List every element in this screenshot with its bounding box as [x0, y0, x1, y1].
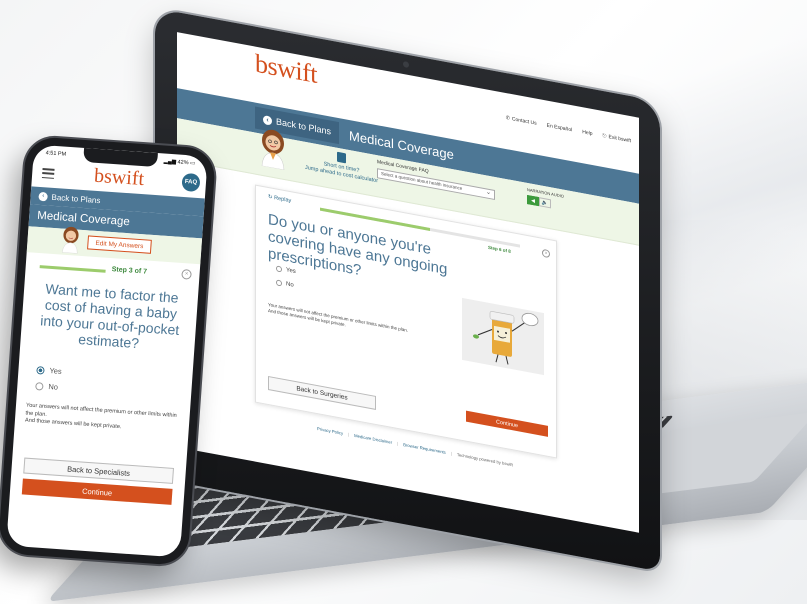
- privacy-note: Your answers will not affect the premium…: [268, 301, 409, 333]
- replay-button[interactable]: ↻ Replay: [268, 194, 291, 204]
- battery-indicator: ▂▄▆ 42% ▭: [163, 158, 196, 167]
- close-icon[interactable]: ×: [181, 269, 192, 280]
- top-link-spanish[interactable]: En Español: [547, 123, 573, 134]
- bswift-logo[interactable]: bswift: [255, 49, 317, 90]
- option-yes[interactable]: Yes: [36, 365, 62, 376]
- continue-button[interactable]: Continue: [466, 410, 548, 437]
- powered-by: Technology powered by bswift: [456, 451, 513, 468]
- phone-screen: 4:51 PM ▂▄▆ 42% ▭ bswift FAQ ‹ Back to P…: [6, 144, 208, 558]
- battery-icon: ▭: [189, 160, 196, 167]
- signal-icon: ▂▄▆: [163, 158, 178, 166]
- question-text: Want me to factor the cost of having a b…: [39, 280, 180, 352]
- close-icon[interactable]: ×: [542, 248, 550, 259]
- back-button[interactable]: Back to Surgeries: [268, 375, 376, 410]
- privacy-note: Your answers will not affect the premium…: [24, 402, 177, 431]
- footer-link-browser[interactable]: Browser Requirements: [403, 442, 446, 455]
- step-indicator: Step 6 of 8: [488, 244, 511, 254]
- footer-separator: |: [450, 450, 452, 457]
- laptop-screen: bswift ✆ Contact Us En Español Help ⎋ Exit…: [177, 32, 639, 533]
- radio-button[interactable]: [35, 381, 44, 391]
- bswift-logo[interactable]: bswift: [93, 165, 144, 191]
- audio-on-icon[interactable]: ◀: [527, 194, 539, 207]
- footer-separator: |: [348, 431, 350, 437]
- footer-link-medicare[interactable]: Medicare Disclaimer: [354, 433, 392, 445]
- chevron-left-icon: ‹: [263, 114, 272, 126]
- edit-my-answers-button[interactable]: Edit My Answers: [87, 235, 152, 254]
- footer-link-privacy[interactable]: Privacy Policy: [317, 426, 343, 436]
- phone-icon: ✆: [505, 114, 510, 122]
- hamburger-menu-icon[interactable]: [41, 168, 55, 179]
- speaker-icon[interactable]: 🔈: [539, 197, 551, 209]
- top-link-contact[interactable]: ✆ Contact Us: [506, 115, 537, 127]
- radio-button[interactable]: [276, 265, 282, 273]
- continue-button[interactable]: Continue: [21, 478, 173, 505]
- avatar: [261, 129, 285, 171]
- phone-device: 4:51 PM ▂▄▆ 42% ▭ bswift FAQ ‹ Back to P…: [0, 135, 217, 567]
- step-indicator: Step 3 of 7: [111, 266, 148, 276]
- exit-icon: ⎋: [602, 132, 607, 140]
- question-text: Do you or anyone you're covering have an…: [268, 210, 448, 279]
- camera-icon: [403, 60, 409, 69]
- chevron-left-icon: ‹: [38, 191, 48, 201]
- option-no[interactable]: No: [35, 381, 58, 392]
- top-link-exit[interactable]: ⎋ Exit bswift: [603, 133, 631, 144]
- radio-button[interactable]: [276, 279, 282, 287]
- top-link-help[interactable]: Help: [582, 129, 592, 137]
- narration-audio-toggle: NARRATION AUDIO ◀ 🔈: [527, 187, 564, 211]
- calculator-icon: [337, 151, 347, 164]
- top-links: ✆ Contact Us En Español Help ⎋ Exit bswift: [506, 115, 631, 144]
- option-no[interactable]: No: [276, 279, 294, 289]
- pill-bottle-illustration: [462, 297, 544, 376]
- progress-bar: [39, 265, 106, 273]
- footer-separator: |: [397, 440, 399, 447]
- avatar: [62, 226, 79, 254]
- status-time: 4:51 PM: [45, 150, 67, 158]
- laptop-lid: bswift ✆ Contact Us En Español Help ⎋ Exit…: [155, 8, 660, 572]
- question-card: ↻ Replay Step 6 of 8 × Do you or anyone …: [255, 184, 557, 459]
- faq-button[interactable]: FAQ: [181, 172, 201, 193]
- radio-button[interactable]: [36, 365, 45, 375]
